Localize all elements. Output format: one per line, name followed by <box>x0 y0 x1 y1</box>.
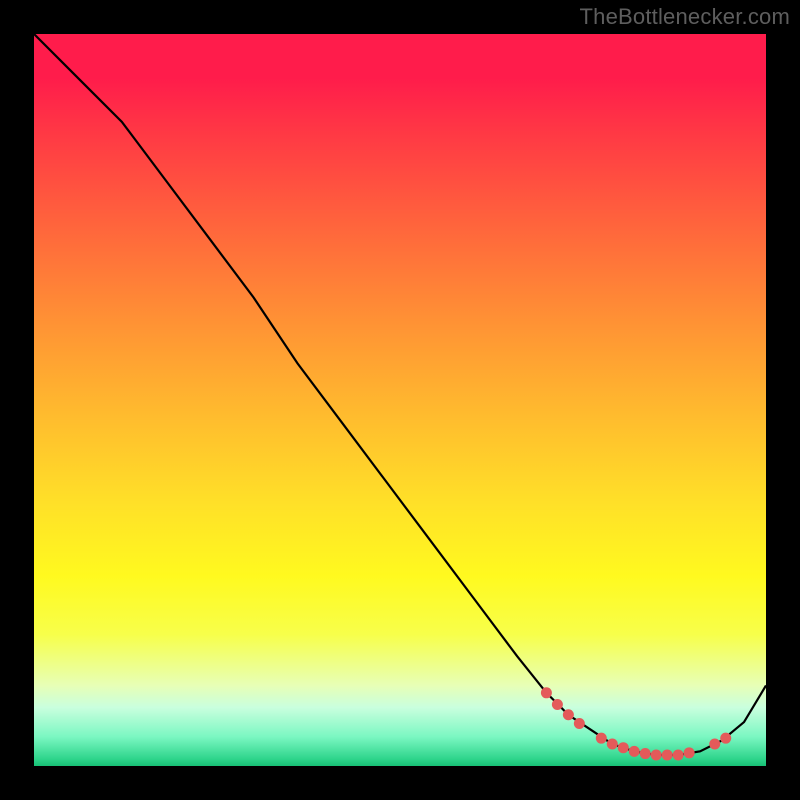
marker-dot <box>541 687 552 698</box>
marker-dot <box>596 733 607 744</box>
marker-dot <box>618 742 629 753</box>
marker-dot <box>662 750 673 761</box>
bottleneck-curve <box>34 34 766 755</box>
marker-dot <box>673 750 684 761</box>
marker-dot <box>651 750 662 761</box>
marker-dot <box>720 733 731 744</box>
marker-dot <box>574 718 585 729</box>
attribution-text: TheBottlenecker.com <box>580 4 790 30</box>
marker-dot <box>629 746 640 757</box>
chart-frame: TheBottlenecker.com <box>0 0 800 800</box>
marker-dot <box>640 748 651 759</box>
marker-dot <box>563 709 574 720</box>
plot-area <box>34 34 766 766</box>
chart-overlay <box>34 34 766 766</box>
marker-dot <box>709 739 720 750</box>
marker-dot <box>684 747 695 758</box>
marker-dot <box>552 699 563 710</box>
marker-dot <box>607 739 618 750</box>
